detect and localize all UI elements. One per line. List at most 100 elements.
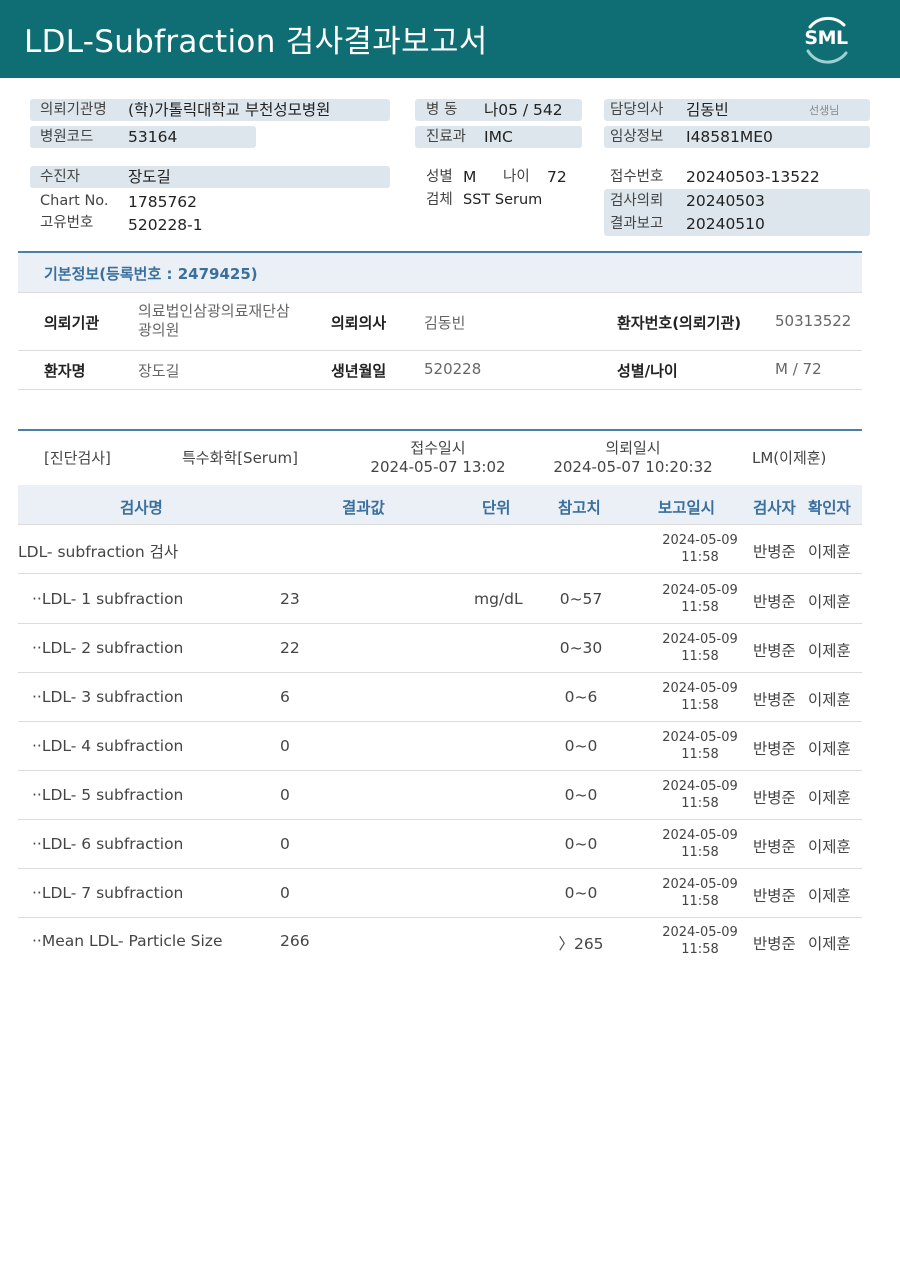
table-row: ··Mean LDL- Particle Size 266 〉265 2024-…: [18, 918, 862, 967]
tester: 반병준: [753, 935, 796, 953]
request-date-value: 20240503: [686, 192, 765, 210]
age-value: 72: [547, 168, 567, 186]
report-datetime: 2024-05-09 11:58: [630, 827, 770, 861]
ward-value: 나05 / 542: [484, 101, 563, 119]
report-time: 11:58: [681, 649, 719, 664]
receipt-no-label: 접수번호: [610, 169, 664, 185]
report-time: 11:58: [681, 894, 719, 909]
test-name: ··LDL- 4 subfraction: [32, 737, 184, 755]
basic-patient-no-value: 50313522: [775, 312, 852, 330]
results-subcategory: 특수화학[Serum]: [182, 449, 298, 467]
report-date: 2024-05-09: [662, 632, 738, 647]
tester: 반병준: [753, 789, 796, 807]
basic-info-bottom-rule: [18, 389, 862, 390]
confirmer: 이제훈: [808, 887, 851, 905]
report-title: LDL-Subfraction 검사결과보고서: [24, 24, 488, 60]
tester: 반병준: [753, 887, 796, 905]
test-ref: 0~0: [564, 737, 598, 755]
tester: 반병준: [753, 642, 796, 660]
institution-label: 의뢰기관명: [40, 102, 107, 118]
report-datetime: 2024-05-09 11:58: [630, 729, 770, 763]
sml-logo: SML: [800, 13, 852, 65]
basic-birth-value: 520228: [424, 360, 482, 378]
report-time: 11:58: [681, 698, 719, 713]
results-request-label: 의뢰일시: [605, 439, 661, 457]
confirmer: 이제훈: [808, 593, 851, 611]
institution-value: (학)가톨릭대학교 부천성모병원: [128, 101, 331, 119]
report-time: 11:58: [681, 942, 719, 957]
report-datetime: 2024-05-09 11:58: [630, 876, 770, 910]
test-name: ··LDL- 5 subfraction: [32, 786, 184, 804]
tester: 반병준: [753, 740, 796, 758]
report-datetime: 2024-05-09 11:58: [630, 680, 770, 714]
test-name: ··Mean LDL- Particle Size: [32, 932, 223, 950]
results-lab: LM(이제훈): [752, 449, 827, 467]
confirmer: 이제훈: [808, 740, 851, 758]
table-row: ··LDL- 3 subfraction 6 0~6 2024-05-09 11:…: [18, 673, 862, 722]
report-date: 2024-05-09: [662, 730, 738, 745]
col-header-ref: 참고치: [558, 499, 601, 517]
test-value: 0: [280, 835, 290, 853]
hospital-code-label: 병원코드: [40, 129, 94, 145]
test-name: LDL- subfraction 검사: [18, 543, 179, 561]
test-name: ··LDL- 7 subfraction: [32, 884, 184, 902]
confirmer: 이제훈: [808, 642, 851, 660]
basic-name-label: 환자명: [44, 362, 86, 380]
confirmer: 이제훈: [808, 691, 851, 709]
test-name: ··LDL- 6 subfraction: [32, 835, 184, 853]
table-row: LDL- subfraction 검사 2024-05-09 11:58 반병준 …: [18, 525, 862, 574]
clinical-info-value: I48581ME0: [686, 128, 773, 146]
basic-info-title: 기본정보(등록번호 : 2479425): [44, 265, 258, 283]
report-time: 11:58: [681, 796, 719, 811]
report-date-label: 결과보고: [610, 216, 664, 232]
test-value: 23: [280, 590, 300, 608]
report-date: 2024-05-09: [662, 877, 738, 892]
test-ref: 0~57: [559, 590, 603, 608]
tester: 반병준: [753, 543, 796, 561]
confirmer: 이제훈: [808, 935, 851, 953]
tester: 반병준: [753, 838, 796, 856]
test-ref: 0~0: [564, 835, 598, 853]
test-name: ··LDL- 2 subfraction: [32, 639, 184, 657]
basic-sex-age-label: 성별/나이: [617, 362, 678, 380]
report-time: 11:58: [681, 747, 719, 762]
patient-value: 장도길: [128, 168, 171, 186]
test-ref: 0~6: [564, 688, 598, 706]
doctor-value: 김동빈: [686, 101, 729, 119]
specimen-value: SST Serum: [463, 192, 543, 208]
basic-patient-no-label: 환자번호(의뢰기관): [617, 314, 742, 332]
age-label: 나이: [503, 169, 530, 185]
report-datetime: 2024-05-09 11:58: [630, 631, 770, 665]
report-date: 2024-05-09: [662, 681, 738, 696]
department-value: IMC: [484, 128, 513, 146]
test-name: ··LDL- 1 subfraction: [32, 590, 184, 608]
basic-birth-label: 생년월일: [331, 362, 387, 380]
test-value: 0: [280, 737, 290, 755]
report-header: LDL-Subfraction 검사결과보고서 SML: [0, 0, 900, 78]
patient-label: 수진자: [40, 169, 81, 185]
sex-label: 성별: [426, 169, 453, 185]
test-ref: 0~30: [559, 639, 603, 657]
report-date: 2024-05-09: [662, 533, 738, 548]
col-header-name: 검사명: [120, 499, 163, 517]
basic-institution-label: 의뢰기관: [44, 314, 100, 332]
test-name: ··LDL- 3 subfraction: [32, 688, 184, 706]
ward-label: 병 동: [426, 102, 458, 118]
report-datetime: 2024-05-09 11:58: [630, 778, 770, 812]
table-row: ··LDL- 4 subfraction 0 0~0 2024-05-09 11:…: [18, 722, 862, 771]
col-header-confirmer: 확인자: [808, 499, 851, 517]
report-date: 2024-05-09: [662, 779, 738, 794]
test-value: 0: [280, 786, 290, 804]
doctor-suffix: 선생님: [809, 104, 840, 117]
test-unit: mg/dL: [474, 590, 523, 608]
hospital-code-value: 53164: [128, 128, 178, 146]
table-row: ··LDL- 5 subfraction 0 0~0 2024-05-09 11:…: [18, 771, 862, 820]
basic-doctor-value: 김동빈: [424, 314, 466, 332]
test-ref: 0~0: [564, 884, 598, 902]
results-top-rule: [18, 429, 862, 431]
report-date: 2024-05-09: [662, 583, 738, 598]
test-ref: 0~0: [564, 786, 598, 804]
basic-name-value: 장도길: [138, 362, 180, 380]
basic-info-rule: [18, 292, 862, 293]
results-category: [진단검사]: [44, 449, 111, 467]
